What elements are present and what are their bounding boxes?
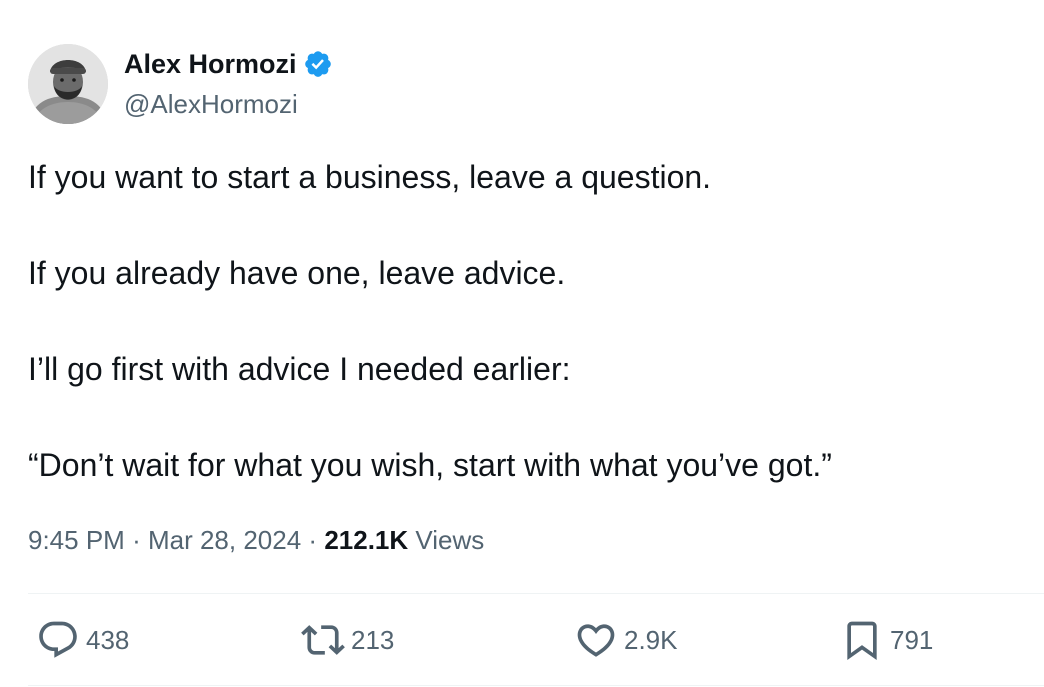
author-handle[interactable]: @AlexHormozi: [124, 88, 298, 120]
retweet-button[interactable]: 213: [301, 618, 394, 662]
like-count: 2.9K: [624, 624, 678, 655]
avatar[interactable]: [28, 44, 108, 124]
meta-separator: ·: [308, 525, 318, 555]
reply-icon: [39, 621, 77, 658]
profile-photo-icon: [28, 44, 108, 124]
tweet-meta: 9:45 PM · Mar 28, 2024 · 212.1K Views: [28, 523, 484, 557]
tweet-text-line: If you already have one, leave advice.: [28, 255, 566, 291]
tweet-text-line: I’ll go first with advice I needed earli…: [28, 351, 571, 387]
meta-separator: ·: [132, 525, 141, 555]
views-label[interactable]: Views: [415, 525, 484, 555]
like-button[interactable]: 2.9K: [574, 618, 678, 662]
tweet-text-line: “Don’t wait for what you wish, start wit…: [28, 447, 832, 483]
tweet-time[interactable]: 9:45 PM: [28, 525, 125, 555]
reply-count: 438: [86, 624, 130, 655]
bookmark-count: 791: [890, 624, 934, 655]
divider: [28, 685, 1044, 686]
divider: [28, 593, 1044, 594]
bookmark-button[interactable]: 791: [840, 618, 933, 662]
tweet-text-line: If you want to start a business, leave a…: [28, 159, 712, 195]
retweet-icon: [301, 625, 345, 655]
heart-icon: [577, 624, 615, 657]
retweet-count: 213: [351, 624, 395, 655]
author-name-text[interactable]: Alex Hormozi: [124, 48, 297, 80]
author-name[interactable]: Alex Hormozi: [124, 48, 333, 80]
verified-badge-icon: [303, 49, 333, 79]
tweet-date[interactable]: Mar 28, 2024: [148, 525, 301, 555]
views-count[interactable]: 212.1K: [324, 525, 408, 555]
reply-button[interactable]: 438: [36, 618, 129, 662]
bookmark-icon: [847, 621, 877, 661]
